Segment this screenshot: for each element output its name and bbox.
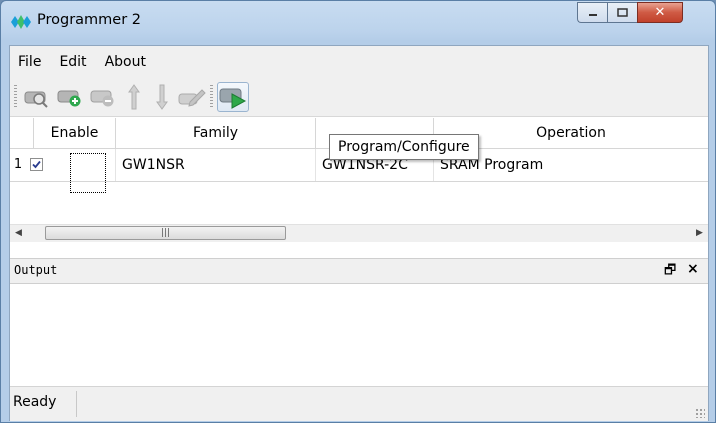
add-device-button[interactable]	[56, 83, 84, 111]
horizontal-scrollbar[interactable]: ◀ ||| ▶	[10, 224, 708, 242]
window-title: Programmer 2	[37, 12, 142, 28]
programmer-window: Programmer 2 ✕ File Edit About Enable Fa…	[0, 0, 716, 423]
move-down-icon	[156, 84, 168, 110]
add-device-icon	[57, 90, 81, 107]
close-button[interactable]: ✕	[637, 2, 683, 23]
scrollbar-thumb[interactable]: |||	[45, 226, 286, 240]
edit-device-button[interactable]	[178, 83, 206, 111]
checkmark-icon	[32, 160, 41, 169]
close-icon: ✕	[654, 5, 666, 20]
float-panel-icon[interactable]: 🗗	[664, 261, 676, 283]
remove-device-icon	[90, 90, 114, 107]
move-down-button[interactable]	[148, 83, 176, 111]
menu-about[interactable]: About	[96, 54, 155, 70]
output-title: Output	[14, 263, 58, 277]
maximize-icon	[617, 8, 628, 17]
minimize-button[interactable]	[577, 2, 607, 23]
program-configure-button[interactable]	[217, 82, 249, 112]
output-area[interactable]	[10, 284, 708, 383]
scan-device-icon	[24, 91, 48, 108]
window-controls: ✕	[577, 2, 683, 24]
program-configure-icon	[219, 88, 247, 109]
edit-device-icon	[178, 89, 206, 107]
app-logo-icon	[11, 15, 31, 29]
status-separator	[76, 391, 77, 417]
header-family[interactable]: Family	[116, 118, 316, 148]
toolbar-separator	[210, 85, 213, 109]
remove-device-button[interactable]	[89, 83, 117, 111]
title-bar[interactable]: Programmer 2 ✕	[1, 1, 715, 41]
enable-checkbox[interactable]	[30, 158, 43, 171]
minimize-icon	[588, 13, 597, 16]
family-cell[interactable]: GW1NSR	[116, 149, 316, 181]
scroll-left-icon[interactable]: ◀	[10, 225, 27, 242]
menu-file[interactable]: File	[10, 54, 50, 70]
menu-bar: File Edit About	[10, 46, 708, 78]
move-up-button[interactable]	[120, 83, 148, 111]
maximize-button[interactable]	[607, 2, 637, 23]
scroll-right-icon[interactable]: ▶	[691, 225, 708, 242]
output-panel-header: Output 🗗 ×	[10, 258, 708, 284]
tooltip: Program/Configure	[329, 134, 479, 160]
header-rownum	[10, 118, 34, 148]
scan-device-button[interactable]	[23, 83, 51, 111]
header-enable[interactable]: Enable	[34, 118, 116, 148]
status-text: Ready	[13, 394, 57, 410]
move-up-icon	[128, 84, 140, 110]
toolbar	[10, 78, 708, 117]
toolbar-grip[interactable]	[14, 85, 17, 109]
status-bar: Ready	[10, 386, 708, 421]
close-panel-icon[interactable]: ×	[687, 261, 699, 277]
resize-grip[interactable]	[695, 408, 705, 418]
cell-focus-rect	[70, 153, 106, 193]
menu-edit[interactable]: Edit	[50, 54, 95, 70]
client-area: File Edit About Enable Family Operation …	[9, 45, 709, 421]
